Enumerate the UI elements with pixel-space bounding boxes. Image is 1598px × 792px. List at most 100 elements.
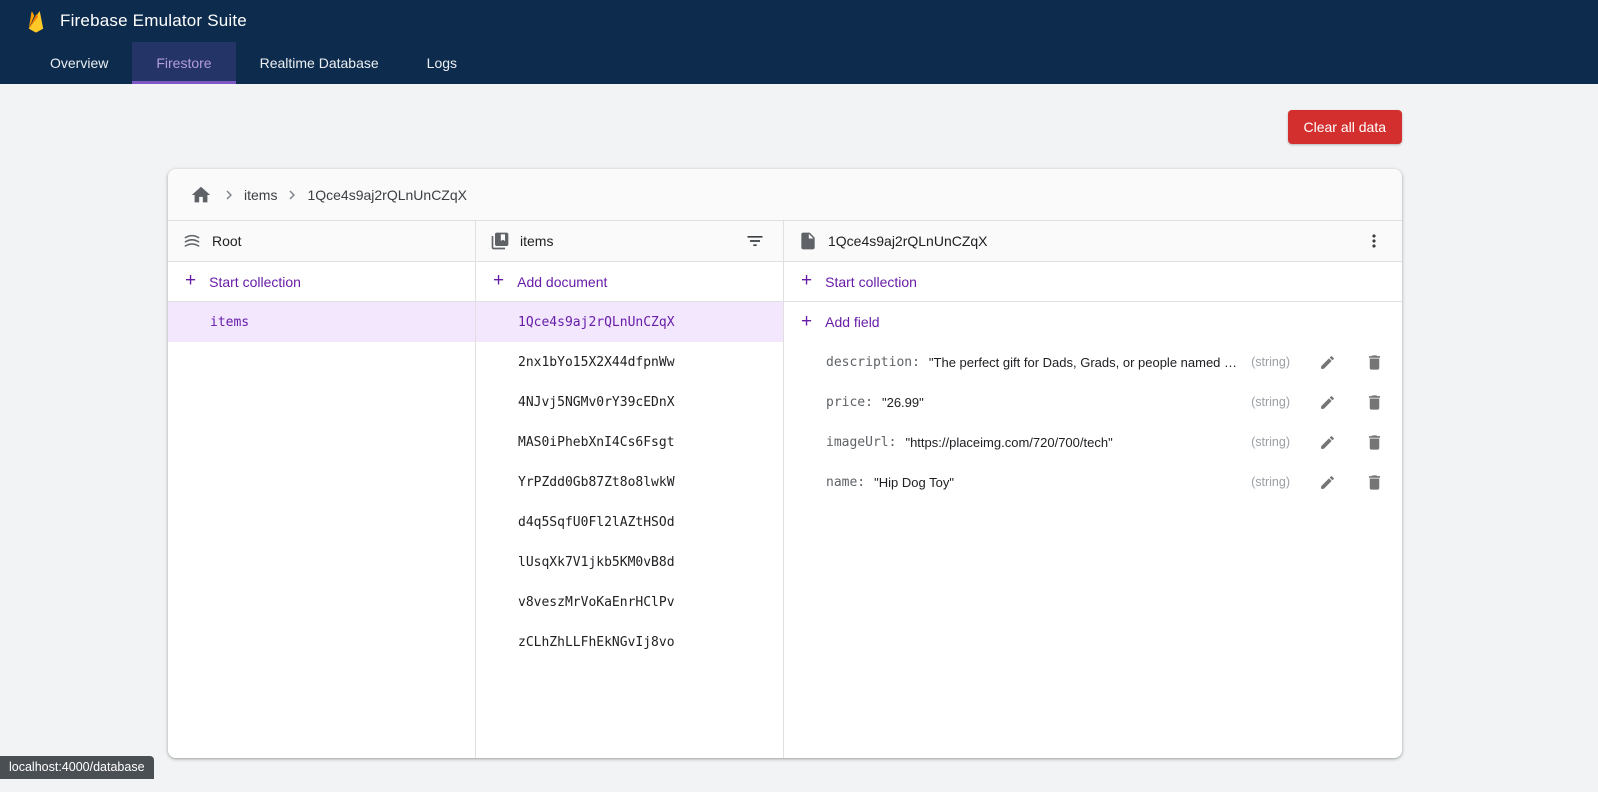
breadcrumb-item[interactable]: items	[220, 186, 281, 204]
breadcrumb-item[interactable]: 1Qce4s9aj2rQLnUnCZqX	[283, 186, 471, 204]
field-key: description:	[826, 355, 920, 370]
home-button[interactable]	[184, 180, 218, 210]
document-icon	[798, 231, 818, 251]
nav-tab[interactable]: Firestore	[132, 42, 235, 84]
doc-start-collection-label: Start collection	[825, 274, 917, 290]
document-id: 1Qce4s9aj2rQLnUnCZqX	[518, 315, 675, 330]
field-value: "The perfect gift for Dads, Grads, or pe…	[929, 355, 1242, 370]
filter-documents-button[interactable]	[741, 227, 769, 255]
add-document-button[interactable]: + Add document	[476, 262, 783, 302]
collection-panel-title: items	[520, 233, 553, 249]
root-panel: Root + Start collection items	[168, 221, 476, 758]
app-header: Firebase Emulator Suite Overview Firesto…	[0, 0, 1598, 84]
document-id: MAS0iPhebXnI4Cs6Fsgt	[518, 435, 675, 450]
delete-field-button[interactable]	[1361, 429, 1388, 456]
collection-panel-header: items	[476, 221, 783, 262]
document-panel-title: 1Qce4s9aj2rQLnUnCZqX	[828, 233, 988, 249]
nav-tab-label: Logs	[427, 55, 457, 71]
plus-icon: +	[801, 312, 812, 331]
breadcrumb-items: items 1Qce4s9aj2rQLnUnCZqX	[220, 186, 471, 204]
clear-all-data-button[interactable]: Clear all data	[1288, 110, 1403, 144]
field-type: (string)	[1251, 355, 1294, 369]
document-id: d4q5SqfU0Fl2lAZtHSOd	[518, 515, 675, 530]
nav-tab-label: Overview	[50, 55, 108, 71]
document-id: v8veszMrVoKaEnrHClPv	[518, 595, 675, 610]
trash-icon	[1365, 433, 1384, 452]
database-root-icon	[182, 231, 202, 251]
chevron-right-icon	[220, 186, 238, 204]
nav-tab-label: Realtime Database	[260, 55, 379, 71]
root-panel-title: Root	[212, 233, 242, 249]
delete-field-button[interactable]	[1361, 349, 1388, 376]
document-id: YrPZdd0Gb87Zt8o8lwkW	[518, 475, 675, 490]
document-row[interactable]: 1Qce4s9aj2rQLnUnCZqX	[476, 302, 783, 342]
document-row[interactable]: YrPZdd0Gb87Zt8o8lwkW	[476, 462, 783, 502]
edit-field-button[interactable]	[1315, 390, 1340, 415]
pencil-icon	[1319, 434, 1336, 451]
pencil-icon	[1319, 474, 1336, 491]
document-id: 2nx1bYo15X2X44dfpnWw	[518, 355, 675, 370]
start-collection-button[interactable]: + Start collection	[168, 262, 475, 302]
add-field-label: Add field	[825, 314, 879, 330]
filter-icon	[745, 231, 765, 251]
document-menu-button[interactable]	[1360, 227, 1388, 255]
plus-icon: +	[801, 271, 812, 290]
pencil-icon	[1319, 394, 1336, 411]
document-id: lUsqXk7V1jkb5KM0vB8d	[518, 555, 675, 570]
document-row[interactable]: v8veszMrVoKaEnrHClPv	[476, 582, 783, 622]
app-title: Firebase Emulator Suite	[60, 11, 247, 31]
field-key: name:	[826, 475, 865, 490]
collection-list: items	[168, 302, 475, 758]
field-key: price:	[826, 395, 873, 410]
nav-tab[interactable]: Logs	[403, 42, 481, 84]
add-field-button[interactable]: + Add field	[784, 302, 1402, 342]
delete-field-button[interactable]	[1361, 389, 1388, 416]
field-type: (string)	[1251, 435, 1294, 449]
document-row[interactable]: 4NJvj5NGMv0rY39cEDnX	[476, 382, 783, 422]
root-panel-header: Root	[168, 221, 475, 262]
breadcrumb: items 1Qce4s9aj2rQLnUnCZqX	[168, 169, 1402, 221]
field-value: "26.99"	[882, 395, 924, 410]
delete-field-button[interactable]	[1361, 469, 1388, 496]
edit-field-button[interactable]	[1315, 430, 1340, 455]
collection-row[interactable]: items	[168, 302, 475, 342]
edit-field-button[interactable]	[1315, 350, 1340, 375]
plus-icon: +	[185, 271, 196, 290]
document-row[interactable]: zCLhZhLLFhEkNGvIj8vo	[476, 622, 783, 662]
nav-tab-label: Firestore	[156, 55, 211, 71]
collection-name: items	[210, 315, 249, 330]
breadcrumb-item-label: 1Qce4s9aj2rQLnUnCZqX	[303, 187, 471, 203]
document-row[interactable]: MAS0iPhebXnI4Cs6Fsgt	[476, 422, 783, 462]
home-icon	[190, 184, 212, 206]
start-collection-label: Start collection	[209, 274, 301, 290]
field-value: "https://placeimg.com/720/700/tech"	[905, 435, 1112, 450]
field-key: imageUrl:	[826, 435, 896, 450]
chevron-right-icon	[283, 186, 301, 204]
panels: Root + Start collection items	[168, 221, 1402, 758]
more-vert-icon	[1364, 231, 1384, 251]
field-value: "Hip Dog Toy"	[874, 475, 954, 490]
field-row: price: "26.99" (string)	[784, 382, 1402, 422]
firebase-logo-icon	[24, 9, 48, 33]
nav-tab[interactable]: Realtime Database	[236, 42, 403, 84]
field-type: (string)	[1251, 475, 1294, 489]
field-type: (string)	[1251, 395, 1294, 409]
field-row: imageUrl: "https://placeimg.com/720/700/…	[784, 422, 1402, 462]
field-list: description: "The perfect gift for Dads,…	[784, 342, 1402, 758]
collection-icon	[490, 231, 510, 251]
nav-tab[interactable]: Overview	[26, 42, 132, 84]
nav-tabs: Overview Firestore Realtime Database Log…	[0, 42, 1598, 84]
edit-field-button[interactable]	[1315, 470, 1340, 495]
trash-icon	[1365, 473, 1384, 492]
field-row: description: "The perfect gift for Dads,…	[784, 342, 1402, 382]
document-id: zCLhZhLLFhEkNGvIj8vo	[518, 635, 675, 650]
document-row[interactable]: d4q5SqfU0Fl2lAZtHSOd	[476, 502, 783, 542]
doc-start-collection-button[interactable]: + Start collection	[784, 262, 1402, 302]
document-row[interactable]: 2nx1bYo15X2X44dfpnWw	[476, 342, 783, 382]
trash-icon	[1365, 353, 1384, 372]
firestore-page: Clear all data items	[0, 84, 1598, 758]
document-panel: 1Qce4s9aj2rQLnUnCZqX + Start collection …	[784, 221, 1402, 758]
plus-icon: +	[493, 271, 504, 290]
document-row[interactable]: lUsqXk7V1jkb5KM0vB8d	[476, 542, 783, 582]
document-panel-header: 1Qce4s9aj2rQLnUnCZqX	[784, 221, 1402, 262]
